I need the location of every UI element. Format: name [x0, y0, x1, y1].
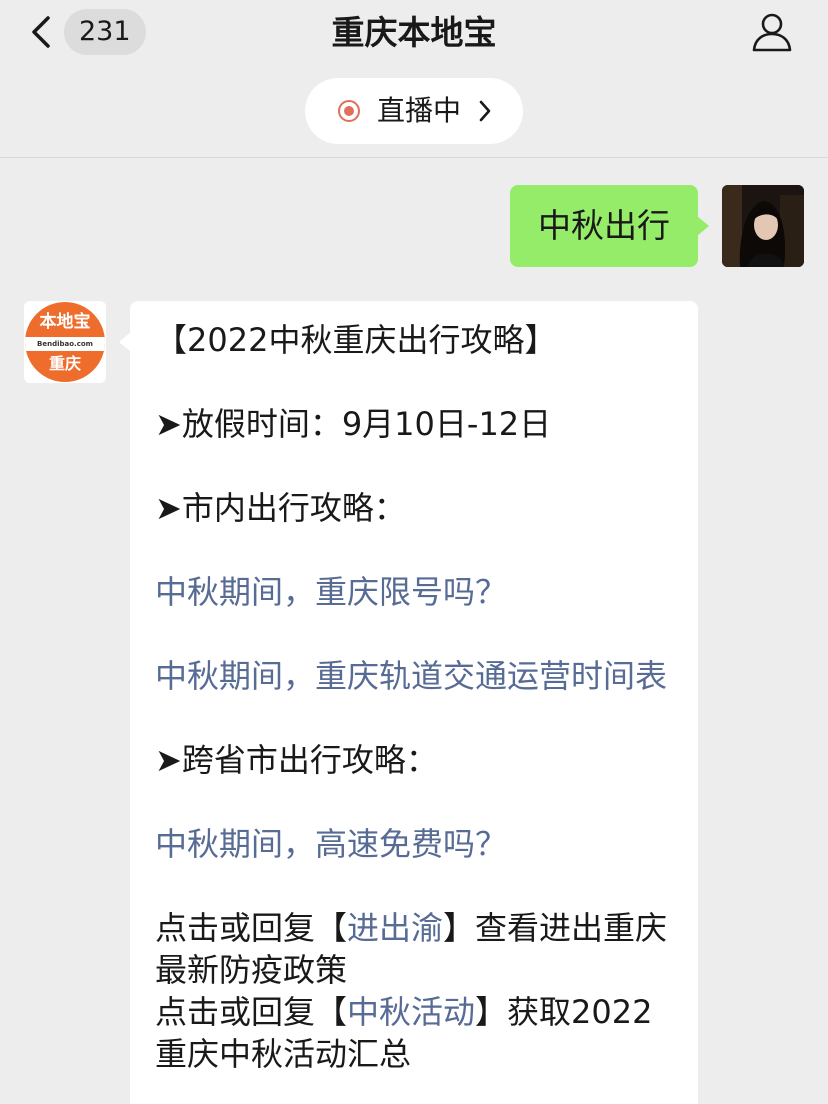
- live-label: 直播中: [377, 94, 462, 127]
- chevron-left-icon: [32, 16, 50, 48]
- person-outline-icon: [752, 13, 792, 52]
- profile-button[interactable]: [750, 10, 794, 54]
- unread-count-badge[interactable]: 231: [64, 9, 146, 55]
- keyword-link-jinchuyu[interactable]: 进出渝: [347, 909, 443, 947]
- city-section-heading: ➤市内出行攻略：: [155, 489, 406, 527]
- line-prefix: 点击或回复【: [155, 909, 348, 947]
- intercity-section-heading: ➤跨省市出行攻略：: [155, 741, 438, 779]
- user-avatar-image: [722, 185, 804, 267]
- keyword-link-festival-events[interactable]: 中秋活动: [347, 993, 475, 1031]
- chat-screen: 231 重庆本地宝 直播中 中秋出行 本地宝 Bendibao.com 重庆 【…: [0, 0, 828, 1104]
- outgoing-message-bubble[interactable]: 中秋出行: [510, 185, 709, 267]
- holiday-dates: ➤放假时间：9月10日-12日: [155, 405, 552, 443]
- link-rail-schedule[interactable]: 中秋期间，重庆轨道交通运营时间表: [155, 655, 676, 697]
- bot-avatar[interactable]: 本地宝 Bendibao.com 重庆: [24, 301, 106, 383]
- live-button[interactable]: 直播中: [305, 78, 523, 144]
- keyword-line-festival-events: 点击或回复【中秋活动】获取2022重庆中秋活动汇总: [155, 991, 676, 1075]
- logo-brand-text: 本地宝: [39, 312, 91, 332]
- chat-title: 重庆本地宝: [331, 13, 497, 52]
- logo-url-text: Bendibao.com: [37, 340, 93, 348]
- keyword-line-travel-policy: 点击或回复【进出渝】查看进出重庆最新防疫政策: [155, 907, 676, 991]
- user-avatar[interactable]: [722, 185, 804, 267]
- back-button[interactable]: [28, 10, 58, 54]
- link-highway-toll[interactable]: 中秋期间，高速免费吗？: [155, 823, 676, 865]
- chat-header: 231 重庆本地宝 直播中: [0, 0, 828, 158]
- chevron-right-icon: [477, 99, 493, 123]
- logo-city-text: 重庆: [48, 354, 81, 373]
- line-prefix: 点击或回复【: [155, 993, 348, 1031]
- link-traffic-restriction[interactable]: 中秋期间，重庆限号吗？: [155, 571, 676, 613]
- bendibao-logo: 本地宝 Bendibao.com 重庆: [25, 302, 105, 382]
- live-record-icon: [338, 100, 360, 122]
- message-headline: 【2022中秋重庆出行攻略】: [155, 321, 557, 359]
- incoming-message-bubble: 【2022中秋重庆出行攻略】 ➤放假时间：9月10日-12日 ➤市内出行攻略： …: [119, 301, 698, 1104]
